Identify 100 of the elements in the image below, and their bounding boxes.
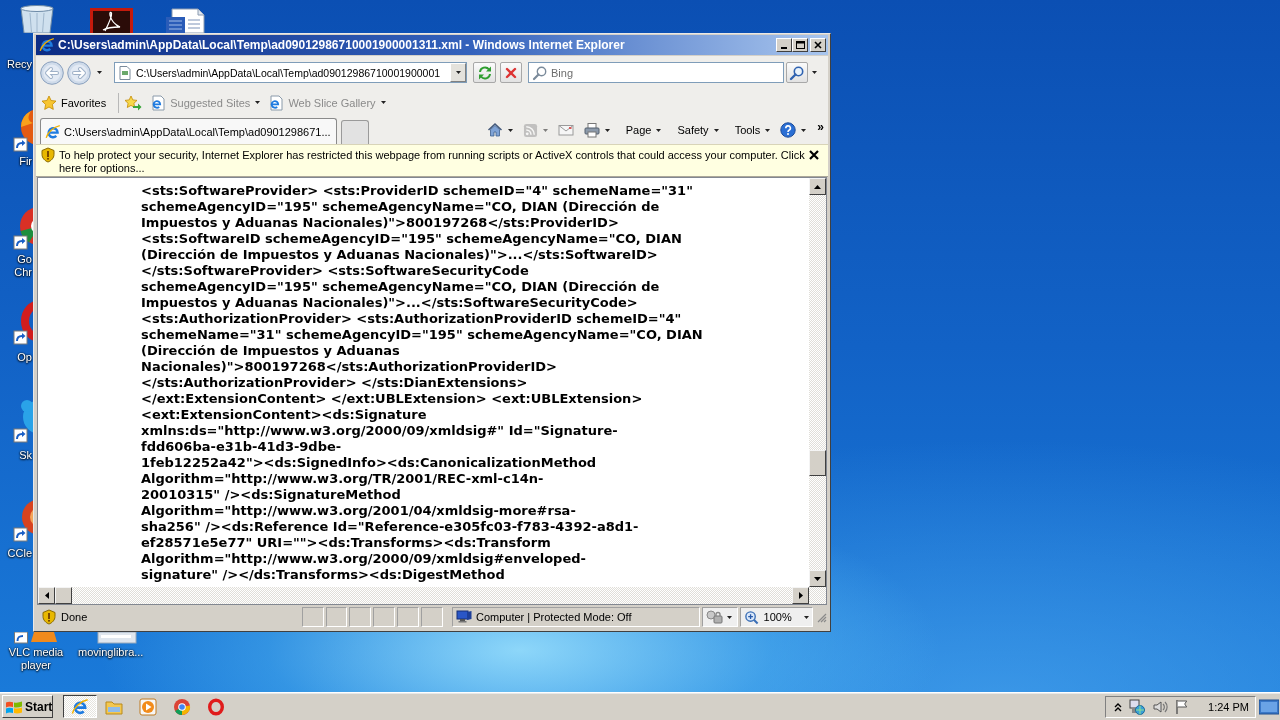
caret-icon [604,128,610,132]
xml-text-line: Algorithm="http://www.w3.org/TR/2001/REC-xml-c14n- [141,471,545,487]
search-icon [532,64,548,81]
maximize-icon [795,41,805,49]
desktop-icon [1259,698,1279,715]
xml-text-line: ef28571e5e77" URI=""><ds:Transforms><ds:Transform [141,535,552,551]
xml-text-line: schemeAgencyID="195" schemeAgencyName="CO, DIAN (Dirección de [141,279,661,295]
address-field[interactable]: C:\Users\admin\AppData\Local\Temp\ad09012986710001900001 [114,62,467,83]
volume-button[interactable] [1152,698,1169,715]
caret-icon [804,615,809,619]
zoom-icon [743,609,759,625]
xml-text-line: Impuestos y Aduanas Nacionales)">...</sts:SoftwareSecurityCode> [141,295,639,311]
menu-button[interactable]: Safety [668,119,722,141]
icon-label: VLC media player [8,646,64,672]
search-field[interactable]: Bing [528,62,784,83]
down-arrow-icon [814,576,821,581]
folder-icon [105,698,123,715]
home-icon [486,122,503,138]
dropdown-button[interactable] [450,63,466,82]
status-pane [397,607,420,627]
app-icon [207,697,225,716]
window-title: C:\Users\admin\AppData\Local\Temp\ad09012986710001900001311.xml - Windows Internet Explorer [58,38,625,52]
close-button[interactable] [810,38,826,52]
browser-icon [39,37,55,53]
caret-icon [380,101,386,104]
show-desktop-button[interactable] [1259,698,1279,715]
minimize-button[interactable] [776,38,792,52]
caret-icon [765,128,771,132]
caret-icon [726,615,732,619]
info-bar[interactable]: To help protect your security, Internet Explorer has restricted this webpage from running scripts or ActiveX controls that could access your computer. Click here for options... [36,144,828,177]
status-pane [325,607,348,627]
caret-icon [713,128,719,132]
app-icon[interactable] [90,8,133,33]
recent-pages-button[interactable] [97,71,102,74]
forward-arrow-icon [67,60,91,85]
xml-text-line: <ext:ExtensionContent><ds:Signature [141,407,428,423]
file-icon[interactable] [97,632,137,644]
show-hidden-icons-button[interactable] [1114,701,1123,712]
back-arrow-icon [40,60,64,85]
security-zone-text: Computer | Protected Mode: Off [475,611,632,623]
favorites-button[interactable]: Favorites [41,94,107,111]
scroll-up-button[interactable] [809,178,826,195]
clock[interactable]: 1:24 PM [1208,700,1249,713]
menu-button[interactable]: Page [616,119,665,141]
vertical-scrollbar[interactable] [809,178,826,587]
start-button[interactable]: Start [2,695,53,718]
horizontal-scrollbar[interactable] [38,587,809,604]
status-pane [421,607,443,627]
add-to-favorites-button[interactable] [124,94,143,111]
left-arrow-icon [44,592,49,599]
security-status-button[interactable] [701,607,738,627]
search-button[interactable] [786,62,808,83]
stop-button[interactable] [500,62,522,83]
xml-text-line: signature" /></ds:Transforms><ds:DigestMethod [141,567,506,583]
caret-icon [801,128,807,132]
scroll-left-button[interactable] [38,587,55,604]
xml-text-line: </sts:AuthorizationProvider> </sts:DianExtensions> [141,375,529,391]
network-button[interactable] [1129,698,1146,715]
icon-label: Go Chr [14,253,32,279]
envelope-icon [557,122,574,138]
taskbar-button[interactable] [63,695,97,718]
flag-icon [1175,698,1190,715]
scrollbar-corner [809,587,826,604]
icon-label: Sk [19,449,32,462]
info-bar-message[interactable]: To help protect your security, Internet Explorer has restricted this webpage from running scripts or ActiveX controls that could access your computer. Click here for options... [59,147,805,175]
xml-text-line: 1feb12252a42"><ds:SignedInfo><ds:CanonicalizationMethod [141,455,598,471]
caret-icon [811,71,817,74]
xml-text-line: fdd606ba-e31b-41d3-9dbe- [141,439,343,455]
xml-text-line: <sts:SoftwareProvider> <sts:ProviderID schemeID="4" schemeName="31" [141,183,694,199]
network-icon [1129,698,1146,715]
status-text: Done [61,611,88,623]
icon-label: Fir [19,155,32,168]
zoom-button[interactable]: 100% [739,607,813,627]
maximize-button[interactable] [792,38,808,52]
search-input[interactable]: Bing [548,64,783,81]
media-player-icon [139,697,157,716]
close-icon [808,149,820,161]
caret-icon [656,128,662,132]
help-icon [780,122,797,138]
star-arrow-icon [124,94,143,111]
web-page-icon [149,94,166,111]
scroll-right-button[interactable] [792,587,809,604]
xml-text-line: sha256" /><ds:Reference Id="Reference-e305fc03-f783-4392-a8d1- [141,519,640,535]
menu-button[interactable]: Tools [725,119,774,141]
action-center-button[interactable] [1175,698,1190,715]
tab[interactable]: C:\Users\admin\AppData\Local\Temp\ad0901298671... [40,118,337,144]
app-shortcut-icon[interactable] [12,632,58,644]
app-shortcut-icon[interactable] [12,300,33,346]
icon-label: Op [17,351,32,364]
xml-text-line: Nacionales)">800197268</sts:AuthorizationProviderID> [141,359,558,375]
scrollbar-thumb[interactable] [55,587,72,604]
xml-text-line: </ext:ExtensionContent> </ext:UBLExtension> <ext:UBLExtension> [141,391,644,407]
more-commands-button[interactable]: » [813,120,824,140]
refresh-button[interactable] [473,62,496,83]
address-input[interactable]: C:\Users\admin\AppData\Local\Temp\ad09012986710001900001 [133,64,450,81]
computer-icon [455,609,472,625]
scrollbar-thumb[interactable] [809,450,826,476]
chevron-up-icon [1114,701,1123,712]
scroll-down-button[interactable] [809,570,826,587]
status-pane [349,607,372,627]
